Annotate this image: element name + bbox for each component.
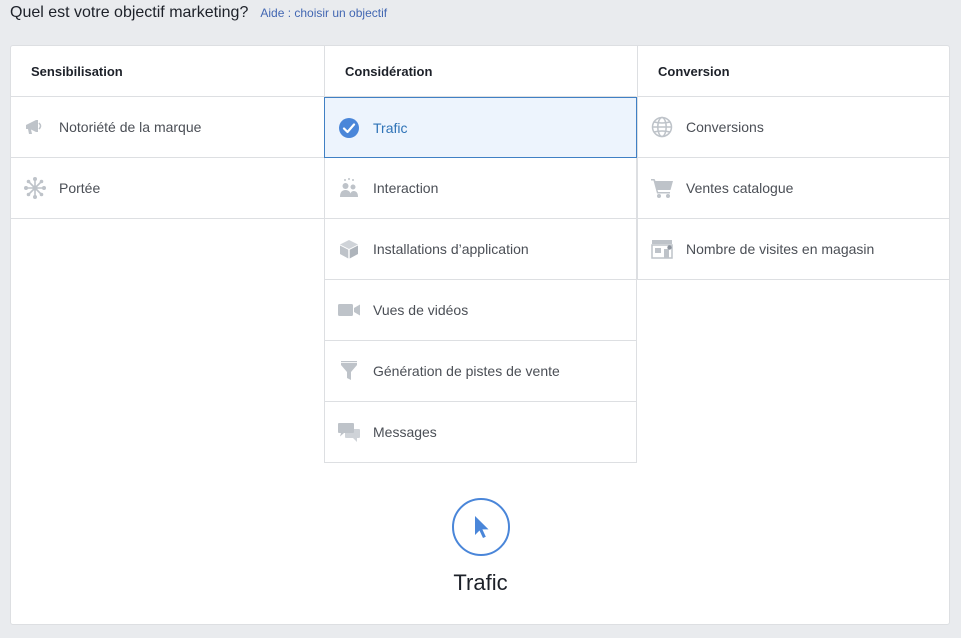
column-conversion: Conversion Conversions Ventes catalogue …	[637, 46, 950, 280]
chat-bubbles-icon	[337, 420, 361, 444]
funnel-icon	[337, 359, 361, 383]
megaphone-icon	[23, 115, 47, 139]
selected-objective-title: Trafic	[453, 570, 508, 595]
column-header-conversion: Conversion	[637, 46, 950, 97]
check-circle-icon	[337, 116, 361, 140]
shopping-cart-icon	[650, 176, 674, 200]
column-header-awareness: Sensibilisation	[11, 46, 324, 97]
objective-label: Portée	[59, 180, 101, 196]
objective-label: Installations d’application	[373, 241, 529, 257]
objective-traffic[interactable]: Trafic	[324, 97, 637, 158]
objective-label: Ventes catalogue	[686, 180, 794, 196]
objective-engagement[interactable]: Interaction	[324, 158, 637, 219]
objective-panel: Sensibilisation Notoriété de la marque P…	[10, 45, 950, 625]
cursor-arrow-icon	[451, 498, 510, 556]
reach-icon	[23, 176, 47, 200]
objective-question: Quel est votre objectif marketing?	[10, 4, 249, 21]
objective-label: Vues de vidéos	[373, 302, 469, 318]
objective-label: Génération de pistes de vente	[373, 363, 560, 379]
selected-objective-detail: Trafic	[324, 498, 637, 638]
objective-label: Trafic	[373, 119, 408, 136]
objective-label: Notoriété de la marque	[59, 119, 202, 135]
objective-label: Conversions	[686, 119, 764, 135]
objective-header: Quel est votre objectif marketing? Aide …	[10, 4, 387, 28]
objective-catalog-sales[interactable]: Ventes catalogue	[637, 158, 950, 219]
objective-messages[interactable]: Messages	[324, 402, 637, 463]
box-icon	[337, 237, 361, 261]
column-consideration: Considération Trafic Interaction Install…	[324, 46, 637, 463]
objective-video-views[interactable]: Vues de vidéos	[324, 280, 637, 341]
objective-conversions[interactable]: Conversions	[637, 97, 950, 158]
globe-icon	[650, 115, 674, 139]
help-link[interactable]: Aide : choisir un objectif	[260, 6, 387, 20]
objective-label: Nombre de visites en magasin	[686, 241, 875, 257]
people-icon	[337, 176, 361, 200]
video-camera-icon	[337, 298, 361, 322]
objective-store-visits[interactable]: Nombre de visites en magasin	[637, 219, 950, 280]
column-header-consideration: Considération	[324, 46, 637, 97]
objective-label: Interaction	[373, 180, 439, 196]
store-icon	[650, 237, 674, 261]
objective-label: Messages	[373, 424, 437, 440]
objective-brand-awareness[interactable]: Notoriété de la marque	[11, 97, 324, 158]
column-awareness: Sensibilisation Notoriété de la marque P…	[11, 46, 324, 219]
objective-reach[interactable]: Portée	[11, 158, 324, 219]
objective-app-installs[interactable]: Installations d’application	[324, 219, 637, 280]
objective-lead-generation[interactable]: Génération de pistes de vente	[324, 341, 637, 402]
